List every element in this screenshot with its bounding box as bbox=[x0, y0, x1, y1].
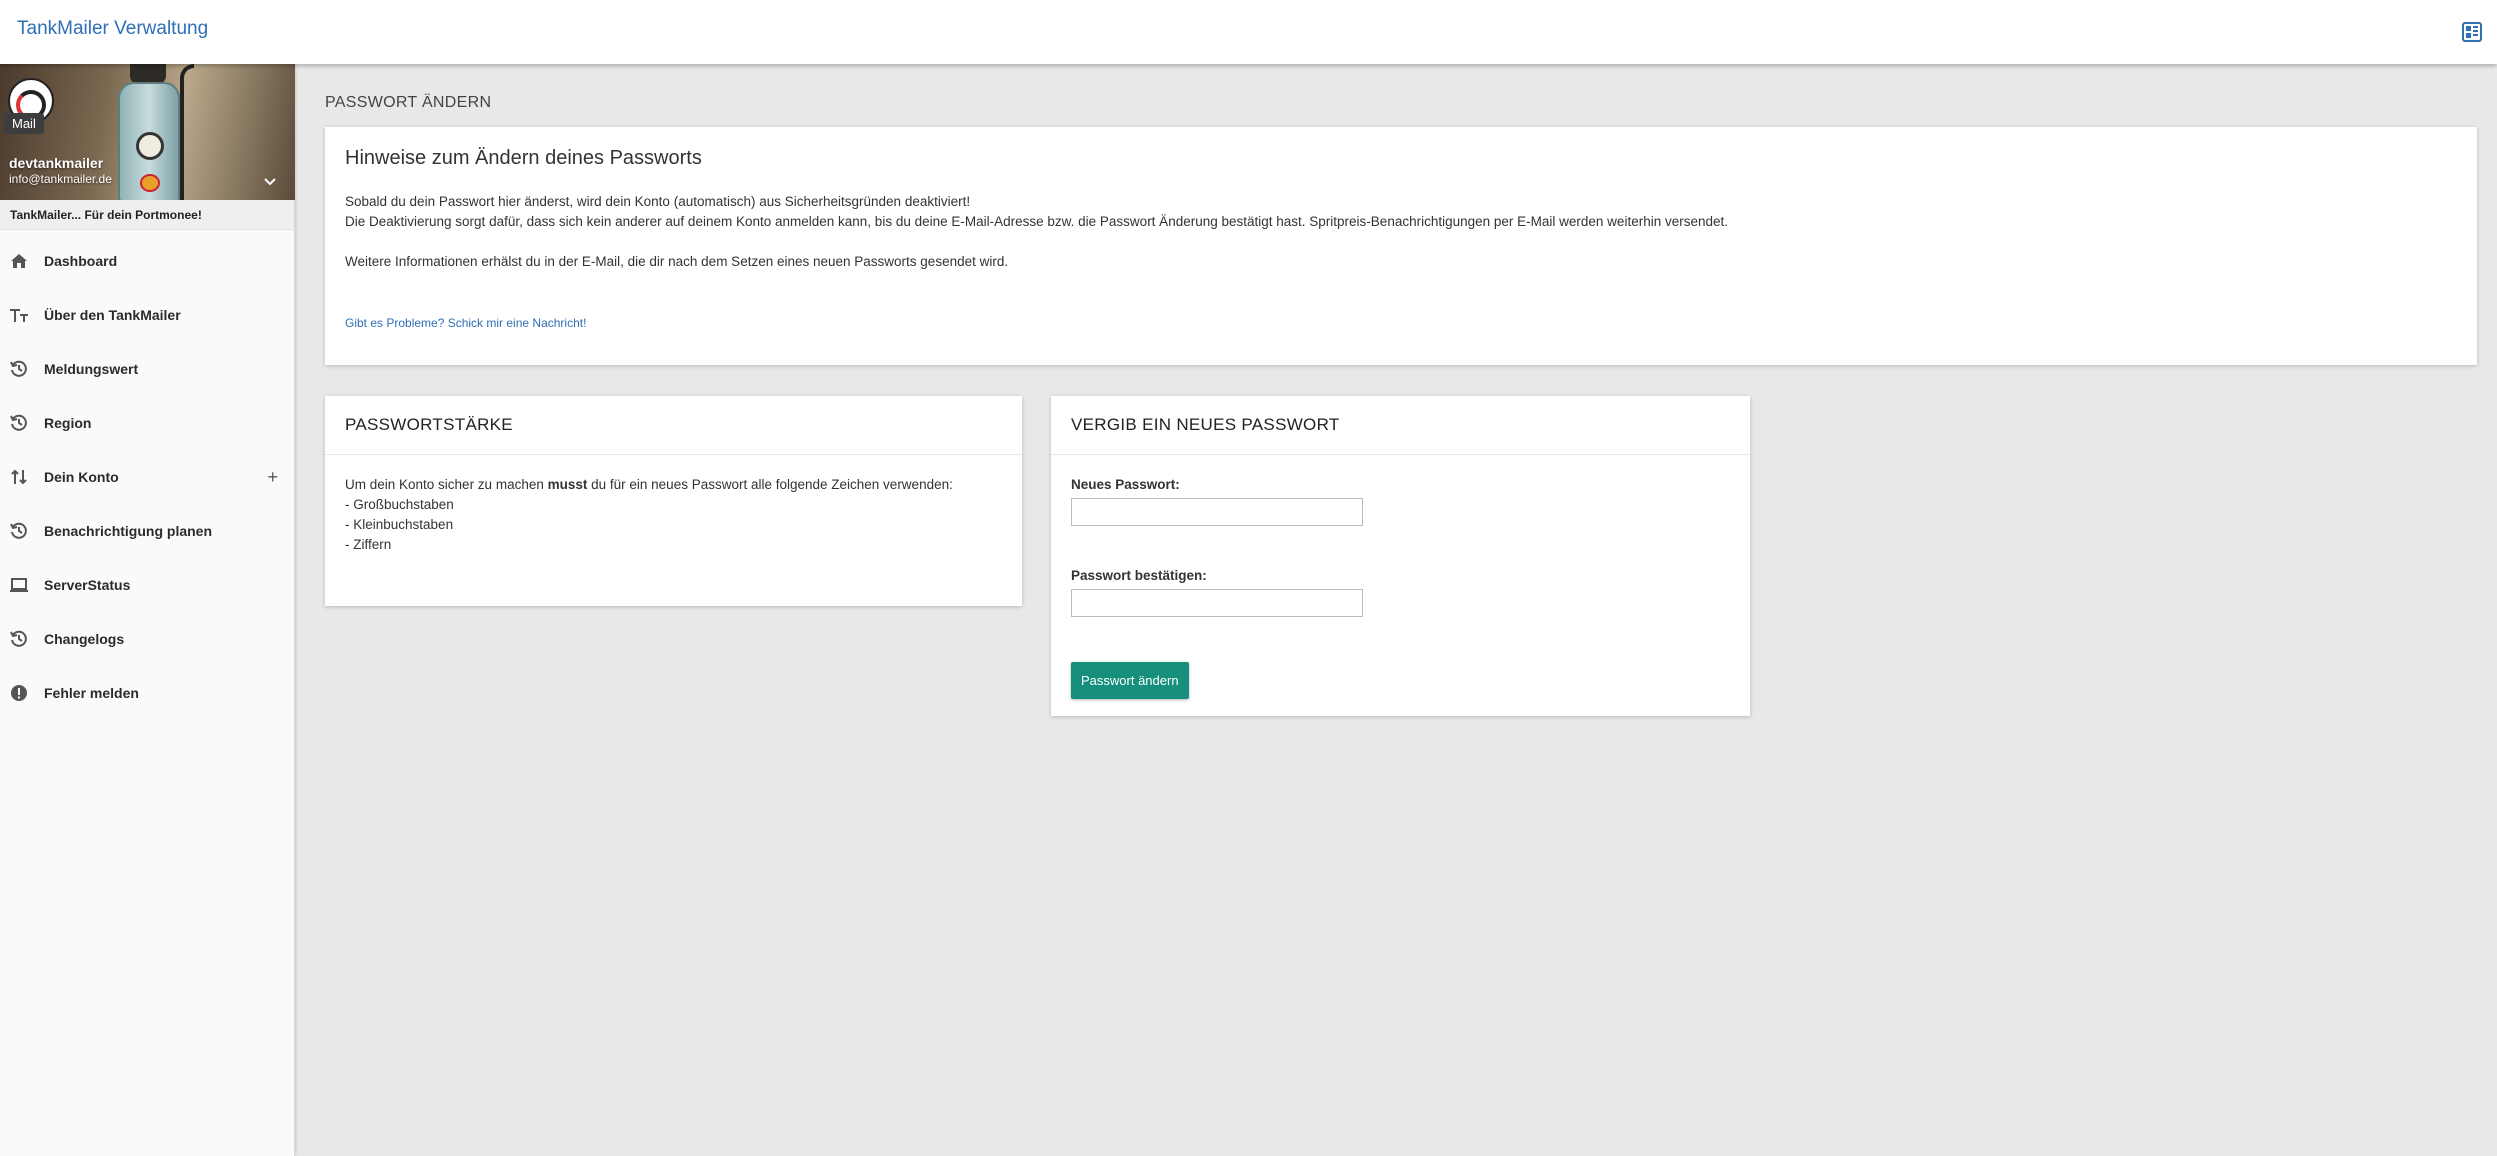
sidebar-item-schedule-notification[interactable]: Benachrichtigung planen bbox=[0, 504, 294, 558]
password-strength-card: PASSWORTSTÄRKE Um dein Konto sicher zu m… bbox=[325, 396, 1022, 606]
slogan: TankMailer... Für dein Portmonee! bbox=[0, 200, 294, 230]
page-title: PASSWORT ÄNDERN bbox=[325, 94, 492, 111]
pump-logo-icon bbox=[140, 174, 160, 192]
main-content: PASSWORT ÄNDERN Hinweise zum Ändern dein… bbox=[325, 64, 2497, 1156]
swap-icon bbox=[8, 466, 30, 488]
app-title[interactable]: TankMailer Verwaltung bbox=[17, 18, 208, 40]
new-password-form: Neues Passwort: Passwort bestätigen: Pas… bbox=[1051, 455, 1750, 719]
sidebar-item-account[interactable]: Dein Konto + bbox=[0, 450, 294, 504]
sidebar-item-dashboard[interactable]: Dashboard bbox=[0, 234, 294, 288]
alert-icon bbox=[8, 682, 30, 704]
background-lamp bbox=[130, 64, 166, 84]
info-card: Hinweise zum Ändern deines Passworts Sob… bbox=[325, 127, 2477, 365]
sidebar-item-report-error[interactable]: Fehler melden bbox=[0, 666, 294, 720]
list-item: - Kleinbuchstaben bbox=[345, 517, 454, 532]
history-icon bbox=[8, 628, 30, 650]
avatar-badge: Mail bbox=[4, 113, 44, 134]
sidebar-nav: Dashboard Über den TankMailer Meldungswe… bbox=[0, 230, 294, 720]
history-icon bbox=[8, 412, 30, 434]
text-size-icon bbox=[8, 304, 30, 326]
strength-intro-before: Um dein Konto sicher zu machen bbox=[345, 477, 548, 492]
sidebar-item-about[interactable]: Über den TankMailer bbox=[0, 288, 294, 342]
help-link[interactable]: Gibt es Probleme? Schick mir eine Nachri… bbox=[345, 316, 586, 330]
sidebar-item-label: Dein Konto bbox=[44, 469, 119, 485]
list-item: - Großbuchstaben bbox=[345, 497, 454, 512]
home-icon bbox=[8, 250, 30, 272]
chevron-down-icon[interactable] bbox=[262, 174, 278, 190]
strength-card-body: Um dein Konto sicher zu machen musst du … bbox=[325, 455, 1022, 575]
strength-intro-after: du für ein neues Passwort alle folgende … bbox=[587, 477, 953, 492]
history-icon bbox=[8, 520, 30, 542]
background-fuel-pump bbox=[118, 82, 180, 200]
info-line-1: Sobald du dein Passwort hier änderst, wi… bbox=[345, 194, 971, 209]
strength-intro-bold: musst bbox=[547, 477, 588, 492]
expand-plus-icon[interactable]: + bbox=[267, 467, 278, 488]
sidebar-item-label: Changelogs bbox=[44, 631, 125, 647]
new-password-card-title: VERGIB EIN NEUES PASSWORT bbox=[1051, 396, 1750, 455]
profile-email: info@tankmailer.de bbox=[9, 172, 112, 186]
top-bar: TankMailer Verwaltung bbox=[0, 0, 2497, 64]
pump-gauge-icon bbox=[136, 132, 164, 160]
info-line-3: Weitere Informationen erhälst du in der … bbox=[345, 254, 1009, 269]
sidebar-item-meldungswert[interactable]: Meldungswert bbox=[0, 342, 294, 396]
sidebar-item-label: Fehler melden bbox=[44, 685, 139, 701]
profile-header: Mail devtankmailer info@tankmailer.de bbox=[0, 64, 295, 200]
confirm-password-input[interactable] bbox=[1071, 589, 1363, 617]
sidebar-item-region[interactable]: Region bbox=[0, 396, 294, 450]
sidebar: Mail devtankmailer info@tankmailer.de Ta… bbox=[0, 64, 295, 1156]
new-password-card: VERGIB EIN NEUES PASSWORT Neues Passwort… bbox=[1051, 396, 1750, 716]
info-card-title: Hinweise zum Ändern deines Passworts bbox=[345, 147, 702, 169]
change-password-button[interactable]: Passwort ändern bbox=[1071, 662, 1189, 699]
new-password-label: Neues Passwort: bbox=[1071, 477, 1180, 492]
sidebar-item-label: Über den TankMailer bbox=[44, 307, 181, 323]
history-icon bbox=[8, 358, 30, 380]
sidebar-item-label: ServerStatus bbox=[44, 577, 131, 593]
dashboard-grid-icon[interactable] bbox=[2461, 21, 2483, 43]
sidebar-item-changelogs[interactable]: Changelogs bbox=[0, 612, 294, 666]
strength-intro: Um dein Konto sicher zu machen musst du … bbox=[345, 477, 953, 492]
list-item: - Ziffern bbox=[345, 537, 392, 552]
sidebar-item-label: Dashboard bbox=[44, 253, 118, 269]
sidebar-item-label: Region bbox=[44, 415, 92, 431]
new-password-input[interactable] bbox=[1071, 498, 1363, 526]
info-line-2: Die Deaktivierung sorgt dafür, dass sich… bbox=[345, 214, 1728, 229]
sidebar-item-label: Meldungswert bbox=[44, 361, 139, 377]
sidebar-item-label: Benachrichtigung planen bbox=[44, 523, 213, 539]
confirm-password-label: Passwort bestätigen: bbox=[1071, 568, 1207, 583]
strength-card-title: PASSWORTSTÄRKE bbox=[325, 396, 1022, 455]
pump-hose bbox=[180, 64, 194, 200]
profile-username: devtankmailer bbox=[9, 155, 104, 171]
laptop-icon bbox=[8, 574, 30, 596]
sidebar-item-serverstatus[interactable]: ServerStatus bbox=[0, 558, 294, 612]
